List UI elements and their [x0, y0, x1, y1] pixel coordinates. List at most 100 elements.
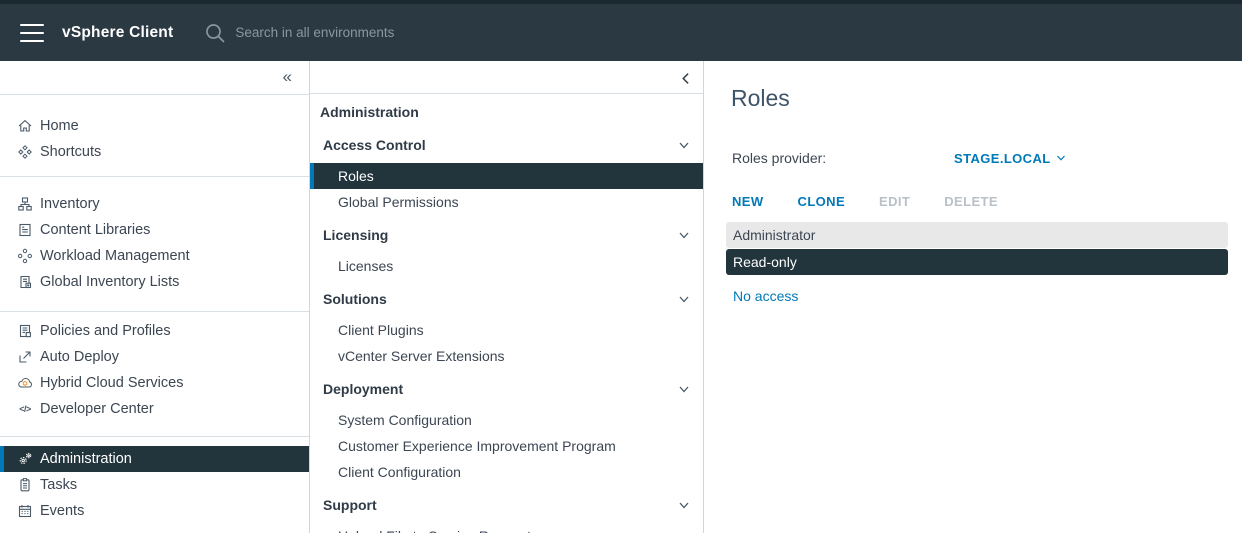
sidebar-item-label: Workload Management [40, 248, 190, 264]
sidebar-group-admin: Administration Tasks Events [0, 437, 309, 524]
sidebar-item-content-libraries[interactable]: Content Libraries [0, 217, 309, 243]
sidebar-item-label: Auto Deploy [40, 349, 119, 365]
nav-section-licensing: Licensing Licenses [310, 222, 703, 279]
new-button[interactable]: NEW [732, 194, 764, 209]
administration-nav-panel: Administration Access Control Roles Glob… [310, 61, 704, 533]
events-icon [17, 503, 33, 519]
nav-section-header-licensing[interactable]: Licensing [310, 222, 703, 248]
sidebar-item-inventory[interactable]: Inventory [0, 191, 309, 217]
content-area: « Home Shortcuts [0, 61, 1242, 533]
sidebar-item-shortcuts[interactable]: Shortcuts [0, 139, 309, 165]
sidebar-item-label: Developer Center [40, 401, 154, 417]
clone-button[interactable]: CLONE [798, 194, 846, 209]
sidebar-item-label: Administration [40, 451, 132, 467]
nav-item-upload-file-to-service-request[interactable]: Upload File to Service Request [310, 523, 703, 533]
roles-provider-row: Roles provider: STAGE.LOCAL [732, 150, 1228, 166]
sidebar-item-workload-management[interactable]: Workload Management [0, 243, 309, 269]
workload-management-icon [17, 248, 33, 264]
nav-section-label: Support [323, 497, 377, 513]
sidebar-item-events[interactable]: Events [0, 498, 309, 524]
roles-provider-dropdown[interactable]: STAGE.LOCAL [954, 151, 1066, 166]
sidebar-group-tools: Policies and Profiles Auto Deploy Hybrid… [0, 312, 309, 436]
nav-collapse-chevron-icon[interactable] [680, 68, 693, 92]
sidebar-group-inventory: Inventory Content Libraries Workload Man… [0, 177, 309, 311]
sidebar-item-label: Content Libraries [40, 222, 150, 238]
inventory-icon [17, 196, 33, 212]
nav-section-header-support[interactable]: Support [310, 492, 703, 518]
nav-section-solutions: Solutions Client Plugins vCenter Server … [310, 286, 703, 369]
page-title: Roles [731, 85, 1228, 112]
role-row-administrator[interactable]: Administrator [726, 222, 1228, 248]
sidebar-item-label: Inventory [40, 196, 100, 212]
global-inventory-lists-icon [17, 274, 33, 290]
administration-icon [17, 451, 33, 467]
nav-section-deployment: Deployment System Configuration Customer… [310, 376, 703, 485]
chevron-down-icon [678, 383, 690, 395]
sidebar-item-global-inventory-lists[interactable]: Global Inventory Lists [0, 269, 309, 295]
chevron-down-icon [678, 139, 690, 151]
nav-item-client-plugins[interactable]: Client Plugins [310, 317, 703, 343]
nav-item-ceip[interactable]: Customer Experience Improvement Program [310, 433, 703, 459]
content-libraries-icon [17, 222, 33, 238]
nav-section-access-control: Access Control Roles Global Permissions [310, 132, 703, 215]
shortcuts-icon [17, 144, 33, 160]
app-title: vSphere Client [62, 24, 173, 42]
sidebar-item-home[interactable]: Home [0, 113, 309, 139]
chevron-down-icon [678, 229, 690, 241]
left-sidebar: « Home Shortcuts [0, 61, 310, 533]
sidebar-item-hybrid-cloud-services[interactable]: Hybrid Cloud Services [0, 370, 309, 396]
sidebar-group-home: Home Shortcuts [0, 95, 309, 176]
sidebar-item-label: Shortcuts [40, 144, 101, 160]
tasks-icon [17, 477, 33, 493]
nav-section-header-solutions[interactable]: Solutions [310, 286, 703, 312]
roles-provider-label: Roles provider: [732, 150, 954, 166]
sidebar-item-developer-center[interactable]: </> Developer Center [0, 396, 309, 422]
roles-provider-value: STAGE.LOCAL [954, 151, 1051, 166]
search-input[interactable] [235, 25, 555, 40]
chevron-down-icon [1056, 153, 1066, 163]
policies-profiles-icon [17, 323, 33, 339]
nav-section-header-deployment[interactable]: Deployment [310, 376, 703, 402]
sidebar-item-label: Home [40, 118, 79, 134]
roles-toolbar: NEW CLONE EDIT DELETE [732, 194, 1228, 209]
role-row-read-only[interactable]: Read-only [726, 249, 1228, 275]
hybrid-cloud-icon [17, 375, 33, 391]
nav-panel-header [310, 61, 703, 93]
sidebar-item-auto-deploy[interactable]: Auto Deploy [0, 344, 309, 370]
nav-section-label: Licensing [323, 227, 388, 243]
nav-item-vcenter-server-extensions[interactable]: vCenter Server Extensions [310, 343, 703, 369]
sidebar-item-label: Policies and Profiles [40, 323, 171, 339]
nav-section-support: Support Upload File to Service Request [310, 492, 703, 533]
developer-center-icon: </> [17, 401, 33, 417]
divider [310, 93, 703, 94]
nav-section-label: Deployment [323, 381, 403, 397]
hamburger-menu-icon[interactable] [20, 24, 44, 42]
chevron-down-icon [678, 499, 690, 511]
sidebar-item-administration[interactable]: Administration [0, 446, 309, 472]
nav-item-client-configuration[interactable]: Client Configuration [310, 459, 703, 485]
nav-section-header-access-control[interactable]: Access Control [310, 132, 703, 158]
nav-item-roles[interactable]: Roles [310, 163, 703, 189]
nav-section-label: Solutions [323, 291, 387, 307]
search-icon [203, 21, 227, 45]
sidebar-item-label: Tasks [40, 477, 77, 493]
chevron-down-icon [678, 293, 690, 305]
edit-button: EDIT [879, 194, 910, 209]
sidebar-item-label: Events [40, 503, 84, 519]
roles-list: Administrator Read-only No access [726, 222, 1228, 309]
sidebar-item-tasks[interactable]: Tasks [0, 472, 309, 498]
auto-deploy-icon [17, 349, 33, 365]
sidebar-item-label: Global Inventory Lists [40, 274, 179, 290]
sidebar-item-policies-profiles[interactable]: Policies and Profiles [0, 318, 309, 344]
nav-title: Administration [310, 99, 703, 125]
role-row-no-access[interactable]: No access [726, 283, 1228, 309]
sidebar-collapse-icon[interactable]: « [283, 65, 292, 89]
delete-button: DELETE [944, 194, 998, 209]
vsphere-client-app: vSphere Client « Home [0, 0, 1242, 533]
nav-item-global-permissions[interactable]: Global Permissions [310, 189, 703, 215]
nav-item-system-configuration[interactable]: System Configuration [310, 407, 703, 433]
sidebar-item-label: Hybrid Cloud Services [40, 375, 183, 391]
nav-section-label: Access Control [323, 137, 426, 153]
global-search [203, 21, 555, 45]
nav-item-licenses[interactable]: Licenses [310, 253, 703, 279]
